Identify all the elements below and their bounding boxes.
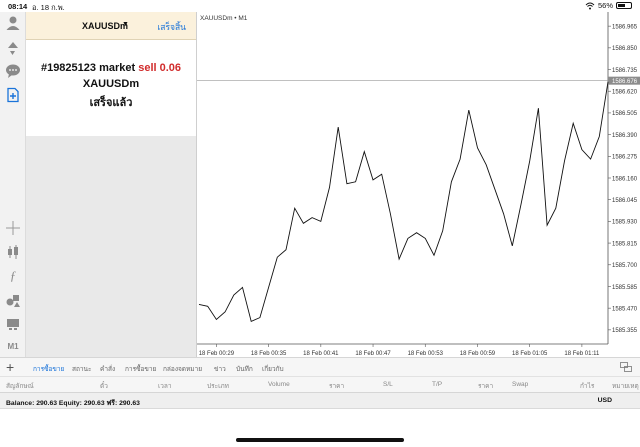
battery-percent: 56% bbox=[597, 1, 613, 10]
crosshair-icon[interactable] bbox=[4, 220, 22, 236]
order-panel: XAUUSDm ▼ เสร็จสิ้น #19825123 market sel… bbox=[26, 12, 196, 357]
price-chart[interactable]: 1586.965 1586.850 1586.735 1586.620 1586.505… bbox=[197, 12, 640, 357]
order-type: sell 0.06 bbox=[138, 62, 182, 74]
column-header: ราคา bbox=[329, 383, 345, 390]
wifi-icon bbox=[585, 2, 595, 9]
tab-6[interactable]: บันทึก bbox=[236, 364, 253, 374]
y-tick-label: 1586.965 bbox=[612, 24, 638, 30]
candlestick-icon[interactable] bbox=[4, 244, 22, 260]
balance-currency: USD bbox=[597, 397, 612, 404]
column-header: S/L bbox=[383, 381, 393, 388]
balance-row: Balance: 290.63 Equity: 290.63 ฟรี: 290.… bbox=[0, 393, 640, 409]
column-header: เวลา bbox=[158, 383, 172, 390]
column-header: ตั๋ว bbox=[100, 383, 108, 390]
price-axis bbox=[608, 12, 640, 357]
tab-2[interactable]: คำสั่ง bbox=[100, 364, 115, 374]
tab-7[interactable]: เกี่ยวกับ bbox=[262, 364, 284, 374]
y-tick-label: 1585.700 bbox=[612, 263, 638, 269]
chevron-down-icon[interactable]: ▼ bbox=[122, 21, 129, 28]
status-bar: 08:14 อ. 18 ก.พ. 56% bbox=[0, 0, 640, 12]
order-ticket: #19825123 market bbox=[40, 62, 139, 74]
status-time: 08:14 bbox=[8, 2, 28, 11]
tab-4[interactable]: กล่องจดหมาย bbox=[163, 364, 202, 374]
left-toolbar: ƒ M1 bbox=[0, 12, 26, 357]
indicators-icon[interactable]: ƒ bbox=[4, 268, 22, 284]
timeframe-button[interactable]: M1 bbox=[4, 339, 22, 355]
order-ticket-line: #19825123 market sell 0.06 bbox=[26, 62, 196, 74]
y-tick-label: 1586.850 bbox=[612, 46, 638, 52]
y-tick-label: 1586.390 bbox=[612, 133, 638, 139]
status-right: 56% bbox=[585, 1, 632, 10]
order-symbol: XAUUSDm bbox=[82, 78, 140, 90]
column-header: Volume bbox=[268, 381, 290, 388]
column-header: หมายเหตุ bbox=[612, 383, 639, 390]
y-tick-label: 1585.815 bbox=[612, 241, 638, 247]
account-icon[interactable] bbox=[4, 15, 22, 31]
order-status: เสร็จแล้ว bbox=[89, 97, 133, 109]
terminal-tabbar: + การซื้อขาย สถานะ คำสั่ง การซื้อขาย กล่องจด… bbox=[0, 357, 640, 377]
column-header: Swap bbox=[512, 381, 529, 388]
order-header: XAUUSDm ▼ เสร็จสิ้น bbox=[26, 12, 196, 40]
y-tick-label: 1586.275 bbox=[612, 155, 638, 161]
y-tick-label: 1586.735 bbox=[612, 68, 638, 74]
y-tick-label: 1585.585 bbox=[612, 285, 638, 291]
y-tick-label: 1585.470 bbox=[612, 306, 638, 312]
y-tick-label: 1586.505 bbox=[612, 111, 638, 117]
tab-3[interactable]: การซื้อขาย bbox=[125, 364, 156, 374]
column-header: ราคา bbox=[478, 383, 494, 390]
objects-icon[interactable] bbox=[4, 292, 22, 308]
home-indicator bbox=[236, 438, 404, 442]
order-result-card: #19825123 market sell 0.06 XAUUSDm เสร็จ… bbox=[26, 40, 196, 136]
y-tick-label: 1586.045 bbox=[612, 198, 638, 204]
trade-arrows-icon[interactable] bbox=[4, 39, 22, 55]
tab-0[interactable]: การซื้อขาย bbox=[33, 364, 64, 374]
tab-5[interactable]: ข่าว bbox=[214, 364, 226, 374]
chart-title: XAUUSDm • M1 bbox=[200, 15, 248, 22]
current-price-label: 1586.676 bbox=[612, 79, 638, 85]
done-button[interactable]: เสร็จสิ้น bbox=[157, 20, 186, 34]
chart-area[interactable]: 1586.965 1586.850 1586.735 1586.620 1586.505… bbox=[196, 12, 640, 357]
new-order-icon[interactable] bbox=[4, 87, 22, 103]
collapse-icon[interactable] bbox=[620, 362, 632, 372]
y-tick-label: 1585.930 bbox=[612, 220, 638, 226]
y-tick-label: 1586.160 bbox=[612, 176, 638, 182]
y-tick-label: 1586.620 bbox=[612, 90, 638, 96]
battery-icon bbox=[616, 2, 632, 9]
column-header: T/P bbox=[432, 381, 443, 388]
column-header: กำไร bbox=[580, 383, 595, 390]
y-tick-label: 1585.355 bbox=[612, 328, 638, 334]
column-headers: สัญลักษณ์ ตั๋ว เวลา ประเภท Volume ราคา S/L T/P ร… bbox=[0, 377, 640, 393]
add-icon[interactable]: + bbox=[6, 360, 14, 374]
balance-text: Balance: 290.63 Equity: 290.63 ฟรี: 290.… bbox=[6, 400, 140, 407]
app-root: 08:14 อ. 18 ก.พ. 56% ƒ M1 XAUUSDm ▼ เสร็… bbox=[0, 0, 640, 447]
column-header: ประเภท bbox=[207, 383, 229, 390]
chat-icon[interactable] bbox=[4, 63, 22, 79]
tab-1[interactable]: สถานะ bbox=[72, 364, 92, 374]
templates-icon[interactable] bbox=[4, 316, 22, 332]
price-series-line bbox=[198, 81, 609, 323]
column-header: สัญลักษณ์ bbox=[6, 383, 34, 390]
